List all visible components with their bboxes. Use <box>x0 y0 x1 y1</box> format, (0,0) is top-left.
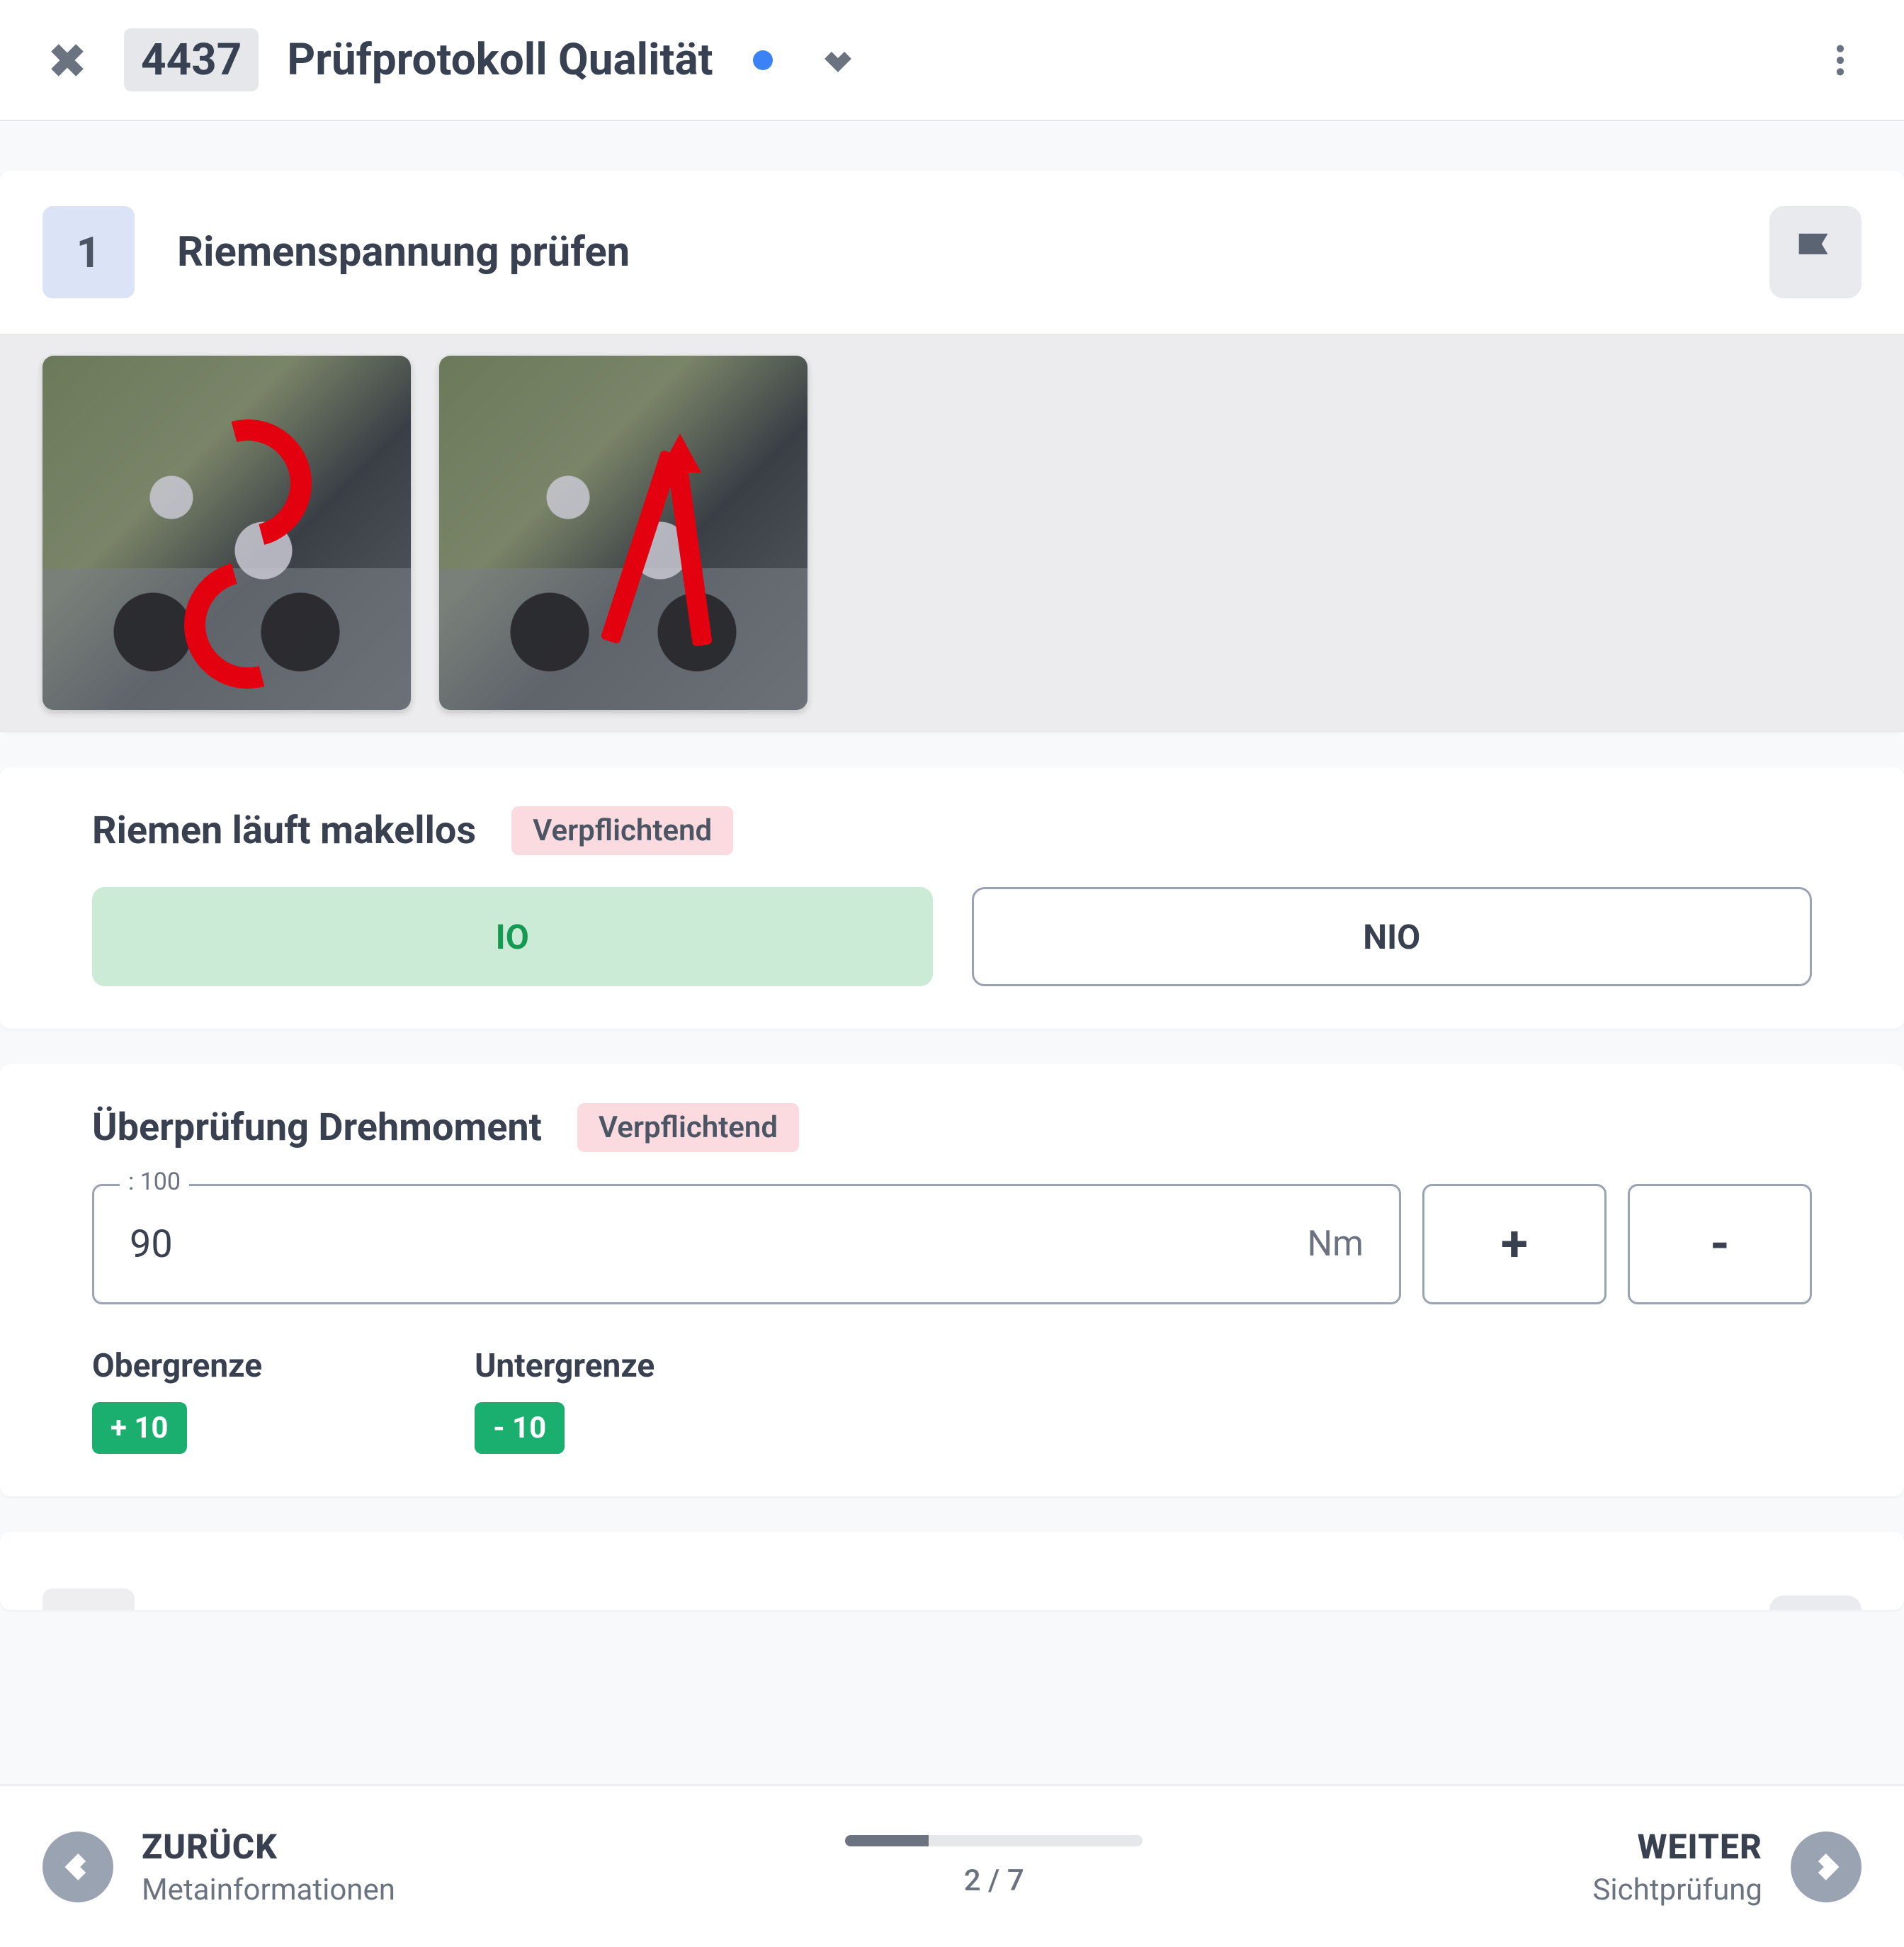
belt-check-card: Riemen läuft makellos Verpflichtend IO N… <box>0 767 1904 1029</box>
main-content: 1 Riemenspannung prüfen Riemen läuft mak… <box>0 121 1904 1784</box>
torque-input-unit: Nm <box>1307 1224 1364 1265</box>
flag-button[interactable] <box>1769 206 1862 298</box>
next-subtitle: Sichtprüfung <box>1592 1873 1762 1907</box>
progress-fill <box>845 1835 929 1846</box>
protocol-id-badge: 4437 <box>124 28 259 91</box>
more-vertical-icon[interactable] <box>1815 35 1865 85</box>
upper-limit: Obergrenze + 10 <box>92 1347 262 1454</box>
reference-image-2[interactable] <box>439 356 808 710</box>
lower-limit: Untergrenze - 10 <box>475 1347 654 1454</box>
torque-check-card: Überprüfung Drehmoment Verpflichtend : 1… <box>0 1064 1904 1496</box>
reference-image-1[interactable] <box>42 356 411 710</box>
next-button[interactable] <box>1791 1832 1862 1902</box>
lower-limit-value: - 10 <box>475 1402 565 1454</box>
status-dot-icon <box>753 50 773 70</box>
page-indicator: 2 / 7 <box>964 1863 1024 1898</box>
belt-section-title: Riemen läuft makellos <box>92 808 476 853</box>
app-header: 4437 Prüfprotokoll Qualität <box>0 0 1904 121</box>
flag-button-next[interactable] <box>1769 1596 1862 1610</box>
reference-image-strip <box>0 334 1904 732</box>
step-card: 1 Riemenspannung prüfen <box>0 171 1904 732</box>
back-subtitle: Metainformationen <box>142 1873 395 1907</box>
back-label: ZURÜCK <box>142 1827 395 1867</box>
close-icon[interactable] <box>39 32 96 89</box>
chevron-left-icon <box>62 1851 94 1883</box>
next-label: WEITER <box>1592 1827 1762 1867</box>
page-title: Prüfprotokoll Qualität <box>287 34 713 86</box>
next-step-number <box>42 1588 135 1610</box>
torque-input-value: 90 <box>130 1222 1307 1267</box>
torque-input[interactable]: : 100 90 Nm <box>92 1184 1401 1304</box>
progress-bar <box>845 1835 1143 1846</box>
mandatory-badge: Verpflichtend <box>511 806 733 855</box>
flag-icon <box>1791 227 1840 277</box>
step-header: 1 Riemenspannung prüfen <box>0 171 1904 334</box>
io-ok-button[interactable]: IO <box>92 887 933 986</box>
decrement-button[interactable]: - <box>1628 1184 1812 1304</box>
chevron-down-icon[interactable] <box>818 40 858 80</box>
back-button[interactable] <box>42 1832 113 1902</box>
footer-nav: ZURÜCK Metainformationen 2 / 7 WEITER Si… <box>0 1784 1904 1947</box>
lower-limit-label: Untergrenze <box>475 1347 654 1385</box>
io-nok-button[interactable]: NIO <box>972 887 1813 986</box>
step-number-badge: 1 <box>42 206 135 298</box>
chevron-right-icon <box>1810 1851 1842 1883</box>
next-step-peek <box>0 1532 1904 1610</box>
torque-section-title: Überprüfung Drehmoment <box>92 1105 542 1150</box>
back-text[interactable]: ZURÜCK Metainformationen <box>142 1827 395 1907</box>
increment-button[interactable]: + <box>1422 1184 1606 1304</box>
upper-limit-label: Obergrenze <box>92 1347 262 1385</box>
next-text[interactable]: WEITER Sichtprüfung <box>1592 1827 1762 1907</box>
step-title: Riemenspannung prüfen <box>177 228 1727 276</box>
torque-input-legend: : 100 <box>120 1168 189 1196</box>
mandatory-badge: Verpflichtend <box>577 1103 799 1152</box>
upper-limit-value: + 10 <box>92 1402 187 1454</box>
